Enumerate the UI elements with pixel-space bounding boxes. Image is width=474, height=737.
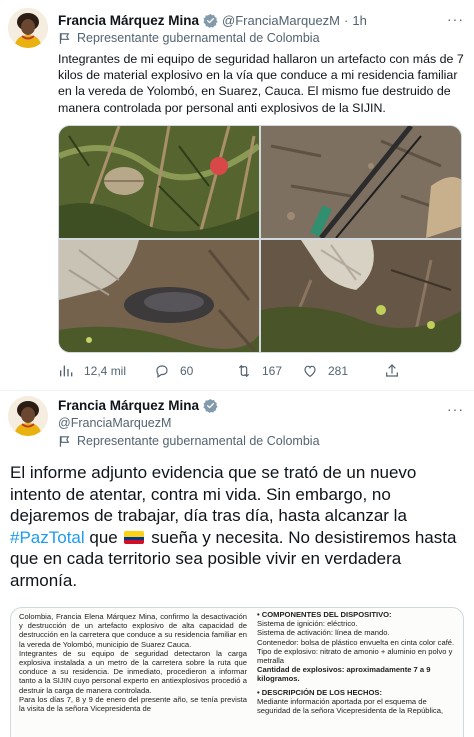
flag-label-icon: [59, 435, 70, 447]
timestamp[interactable]: 1h: [352, 13, 366, 28]
document-line: Sistema de activación: línea de mando.: [257, 628, 390, 638]
document-right-column: • COMPONENTES DEL DISPOSITIVO: Sistema d…: [257, 610, 461, 715]
tweet-text: El informe adjunto evidencia que se trat…: [10, 462, 466, 591]
tweet-actions: 12,4 mil 60 167 281: [58, 361, 458, 381]
author-name[interactable]: Francia Márquez Mina: [58, 13, 199, 28]
author-name[interactable]: Francia Márquez Mina: [58, 398, 199, 413]
reply-count: 60: [180, 364, 194, 378]
photo-3[interactable]: [59, 240, 259, 352]
retweet-button[interactable]: 167: [236, 361, 282, 381]
views-count: 12,4 mil: [84, 364, 127, 378]
document-heading: • COMPONENTES DEL DISPOSITIVO:: [257, 610, 392, 619]
document-line: Contenedor: bolsa de plástico envuelta e…: [257, 637, 455, 647]
tweet-header: Francia Márquez Mina @FranciaMarquezM · …: [58, 11, 367, 29]
government-label[interactable]: Representante gubernamental de Colombia: [58, 434, 320, 448]
tweet-1[interactable]: Francia Márquez Mina @FranciaMarquezM · …: [0, 0, 474, 392]
government-label-text: Representante gubernamental de Colombia: [77, 434, 320, 448]
document-paragraph: Para los días 7, 8 y 9 de enero del pres…: [19, 694, 247, 714]
tweet-text: Integrantes de mi equipo de seguridad ha…: [58, 52, 464, 115]
like-count: 281: [328, 364, 349, 378]
separator-dot: ·: [344, 12, 349, 28]
more-options-icon[interactable]: ···: [447, 401, 464, 417]
reply-button[interactable]: 60: [154, 361, 193, 381]
media-grid: [58, 125, 462, 353]
document-paragraph: Colombia, Francia Elena Márquez Mina, co…: [19, 612, 247, 649]
avatar[interactable]: [8, 8, 48, 48]
tweet-text-part-2: que: [84, 527, 123, 547]
document-paragraph: Integrantes de su equipo de seguridad de…: [19, 648, 247, 695]
document-left-column: Colombia, Francia Elena Márquez Mina, co…: [19, 612, 247, 713]
reply-icon: [156, 365, 168, 379]
retweet-icon: [238, 364, 250, 378]
document-heading: • DESCRIPCIÓN DE LOS HECHOS:: [257, 687, 383, 697]
tweet-text-part-1: El informe adjunto evidencia que se trat…: [10, 463, 417, 525]
share-icon: [386, 364, 398, 377]
avatar[interactable]: [8, 396, 48, 436]
government-label-text: Representante gubernamental de Colombia: [77, 31, 320, 45]
like-button[interactable]: 281: [302, 361, 348, 381]
document-line: Tipo de explosivo: nitrato de amonio + a…: [257, 646, 453, 666]
photo-2[interactable]: [261, 126, 461, 238]
retweet-count: 167: [262, 364, 283, 378]
attached-document-image[interactable]: Colombia, Francia Elena Márquez Mina, co…: [10, 607, 464, 737]
more-options-icon[interactable]: ···: [447, 11, 464, 27]
views-chart-icon: [60, 365, 73, 377]
document-line: Cantidad de explosivos: aproximadamente …: [257, 665, 431, 684]
verified-badge-icon: [203, 398, 218, 413]
government-label[interactable]: Representante gubernamental de Colombia: [58, 31, 320, 45]
colombia-flag-icon: [124, 530, 145, 544]
photo-4[interactable]: [261, 240, 461, 352]
views-button[interactable]: 12,4 mil: [58, 361, 126, 381]
document-line: Sistema de ignición: eléctrico.: [257, 619, 358, 629]
author-handle[interactable]: @FranciaMarquezM: [222, 13, 340, 28]
document-line: Mediante información aportada por el esq…: [257, 696, 444, 716]
heart-icon: [304, 365, 316, 378]
flag-label-icon: [59, 32, 70, 44]
verified-badge-icon: [203, 13, 218, 28]
tweet-divider: [0, 390, 474, 391]
share-button[interactable]: [384, 361, 410, 381]
tweet-header: Francia Márquez Mina: [58, 398, 222, 413]
hashtag-link[interactable]: #PazTotal: [10, 528, 85, 547]
author-handle[interactable]: @FranciaMarquezM: [58, 416, 171, 430]
photo-1[interactable]: [59, 126, 259, 238]
